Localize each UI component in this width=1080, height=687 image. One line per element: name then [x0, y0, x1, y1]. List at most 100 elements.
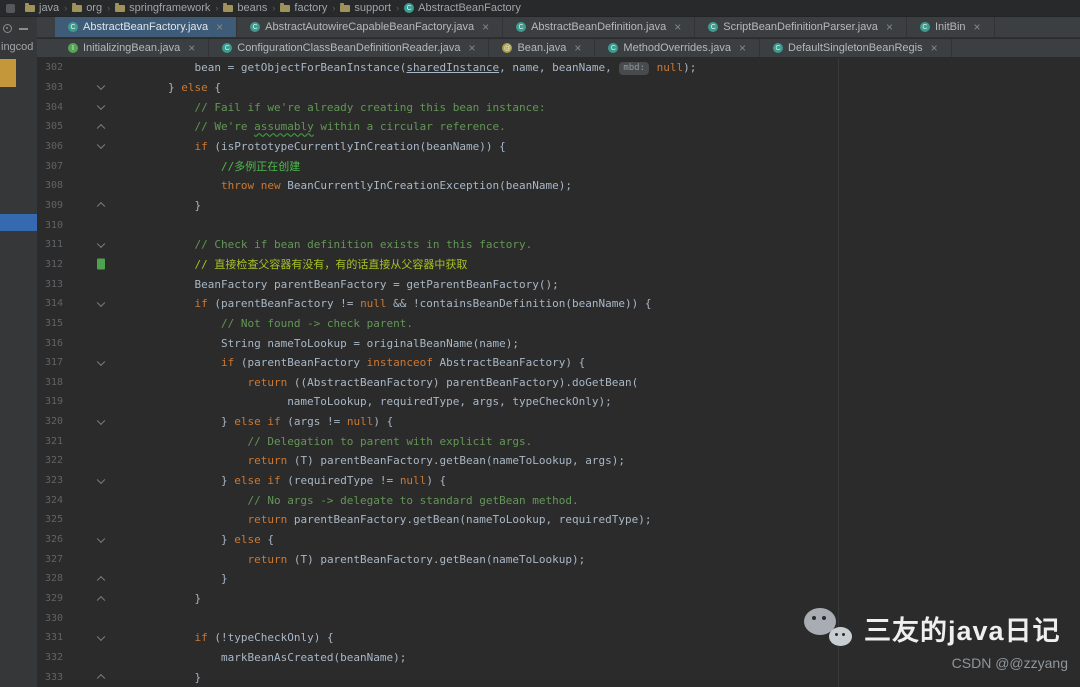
- code-line[interactable]: 303 } else {: [37, 78, 1080, 98]
- line-number: 325: [44, 514, 63, 526]
- code-line[interactable]: 308 throw new BeanCurrentlyInCreationExc…: [37, 176, 1080, 196]
- gutter: [63, 490, 115, 510]
- file-type-icon: C: [516, 22, 527, 32]
- project-tree-item[interactable]: ingcod: [0, 41, 37, 53]
- code-line[interactable]: 326 } else {: [37, 530, 1080, 550]
- fold-up-icon[interactable]: [96, 123, 106, 133]
- watermark-title: 三友的java日记: [864, 615, 1061, 646]
- code-text: }: [194, 670, 202, 684]
- editor-tab[interactable]: C AbstractBeanFactory.java ×: [55, 17, 238, 37]
- tab-label: DefaultSingletonBeanRegis: [788, 42, 923, 54]
- editor-tab[interactable]: C InitBin ×: [907, 17, 995, 37]
- fold-up-icon[interactable]: [96, 575, 106, 585]
- code-line[interactable]: 320 } else if (args != null) {: [37, 412, 1080, 432]
- code-area[interactable]: 302 bean = getObjectForBeanInstance(shar…: [37, 58, 1080, 687]
- breadcrumb-label: factory: [294, 2, 328, 14]
- folder-icon: [115, 3, 126, 12]
- editor-tab[interactable]: C ScriptBeanDefinitionParser.java ×: [695, 17, 907, 37]
- fold-down-icon[interactable]: [96, 298, 106, 307]
- code-line[interactable]: 305 // We're assumably within a circular…: [37, 117, 1080, 137]
- editor-tab[interactable]: C ConfigurationClassBeanDefinitionReader.…: [209, 39, 490, 57]
- code-line[interactable]: 319 nameToLookup, requiredType, args, ty…: [37, 392, 1080, 412]
- code-line[interactable]: 314 if (parentBeanFactory != null && !co…: [37, 294, 1080, 314]
- code-line[interactable]: 310: [37, 215, 1080, 235]
- fold-down-icon[interactable]: [96, 101, 106, 111]
- fold-up-icon[interactable]: [96, 595, 106, 604]
- breadcrumb-separator: ›: [215, 3, 219, 13]
- code-text: return parentBeanFactory.getBean(nameToL…: [247, 513, 652, 527]
- editor-tab[interactable]: C AbstractBeanDefinition.java ×: [503, 17, 696, 37]
- editor-tab[interactable]: C DefaultSingletonBeanRegis ×: [760, 39, 952, 57]
- fold-down-icon[interactable]: [96, 82, 106, 91]
- close-icon[interactable]: ×: [216, 21, 223, 33]
- line-number: 305: [44, 121, 63, 133]
- close-icon[interactable]: ×: [482, 21, 489, 33]
- folder-icon: [223, 3, 234, 12]
- code-text: bean = getObjectForBeanInstance(sharedIn…: [194, 61, 697, 75]
- code-line[interactable]: 302 bean = getObjectForBeanInstance(shar…: [37, 58, 1080, 78]
- code-line[interactable]: 325 return parentBeanFactory.getBean(nam…: [37, 510, 1080, 530]
- close-icon[interactable]: ×: [468, 42, 475, 54]
- code-line[interactable]: 321 // Delegation to parent with explici…: [37, 431, 1080, 451]
- close-icon[interactable]: ×: [674, 21, 681, 33]
- code-line[interactable]: 309 }: [37, 196, 1080, 216]
- breadcrumb-item[interactable]: java: [23, 2, 61, 14]
- gutter: [63, 294, 115, 314]
- code-line[interactable]: 313 BeanFactory parentBeanFactory = getP…: [37, 274, 1080, 294]
- breadcrumb-item[interactable]: support: [338, 2, 393, 14]
- fold-down-icon[interactable]: [96, 141, 106, 150]
- code-text: // Fail if we're already creating this b…: [194, 100, 546, 114]
- close-icon[interactable]: ×: [974, 21, 981, 33]
- code-text: }: [220, 572, 228, 586]
- editor-tab[interactable]: C MethodOverrides.java ×: [595, 39, 761, 57]
- breadcrumb-item[interactable]: springframework: [113, 2, 212, 14]
- breadcrumb-item[interactable]: beans: [221, 2, 269, 14]
- fold-down-icon[interactable]: [96, 416, 106, 425]
- file-type-icon: C: [250, 22, 261, 32]
- code-line[interactable]: 311 // Check if bean definition exists i…: [37, 235, 1080, 255]
- tab-label: AbstractBeanDefinition.java: [531, 21, 667, 33]
- code-line[interactable]: 327 return (T) parentBeanFactory.getBean…: [37, 549, 1080, 569]
- editor-tab[interactable]: C AbstractAutowireCapableBeanFactory.java…: [237, 17, 504, 37]
- code-line[interactable]: 306 if (isPrototypeCurrentlyInCreation(b…: [37, 137, 1080, 157]
- code-line[interactable]: 316 String nameToLookup = originalBeanNa…: [37, 333, 1080, 353]
- code-line[interactable]: 304 // Fail if we're already creating th…: [37, 97, 1080, 117]
- code-line[interactable]: 328 }: [37, 569, 1080, 589]
- fold-up-icon[interactable]: [96, 202, 106, 211]
- fold-down-icon[interactable]: [96, 534, 106, 543]
- code-line[interactable]: 317 if (parentBeanFactory instanceof Abs…: [37, 353, 1080, 373]
- code-line[interactable]: 315 // Not found -> check parent.: [37, 314, 1080, 334]
- code-line[interactable]: 307 //多例正在创建: [37, 156, 1080, 176]
- close-icon[interactable]: ×: [188, 42, 195, 54]
- gutter: [63, 97, 115, 117]
- close-icon[interactable]: ×: [574, 42, 581, 54]
- fold-down-icon[interactable]: [96, 475, 106, 484]
- breadcrumb-item[interactable]: factory: [278, 2, 329, 14]
- code-line[interactable]: 312 // 直接检查父容器有没有，有的话直接从父容器中获取: [37, 255, 1080, 275]
- fold-up-icon[interactable]: [96, 674, 106, 683]
- editor-tab[interactable]: I InitializingBean.java ×: [55, 39, 210, 57]
- gutter: [63, 628, 115, 648]
- line-number: 327: [44, 553, 63, 565]
- code-line[interactable]: 323 } else if (requiredType != null) {: [37, 471, 1080, 491]
- breadcrumb-item[interactable]: org: [70, 2, 104, 14]
- code-line[interactable]: 318 return ((AbstractBeanFactory) parent…: [37, 373, 1080, 393]
- code-line[interactable]: 324 // No args -> delegate to standard g…: [37, 490, 1080, 510]
- close-icon[interactable]: ×: [931, 42, 938, 54]
- code-line[interactable]: 322 return (T) parentBeanFactory.getBean…: [37, 451, 1080, 471]
- close-icon[interactable]: ×: [886, 21, 893, 33]
- code-text: //多例正在创建: [220, 160, 301, 174]
- bookmark-icon[interactable]: [97, 258, 105, 270]
- breadcrumb-item[interactable]: C AbstractBeanFactory: [402, 2, 523, 14]
- hide-panel-icon[interactable]: [19, 27, 28, 30]
- watermark: 三友的java日记 CSDN @@zzyang: [804, 606, 1072, 671]
- fold-down-icon[interactable]: [96, 357, 106, 366]
- code-text: // Check if bean definition exists in th…: [194, 238, 533, 252]
- editor-tab[interactable]: @ Bean.java ×: [489, 39, 596, 57]
- gear-icon[interactable]: [3, 24, 12, 33]
- project-selected-item[interactable]: [0, 214, 37, 231]
- code-text: // 直接检查父容器有没有，有的话直接从父容器中获取: [194, 258, 468, 272]
- fold-down-icon[interactable]: [96, 239, 106, 248]
- close-icon[interactable]: ×: [739, 42, 746, 54]
- fold-down-icon[interactable]: [96, 632, 106, 641]
